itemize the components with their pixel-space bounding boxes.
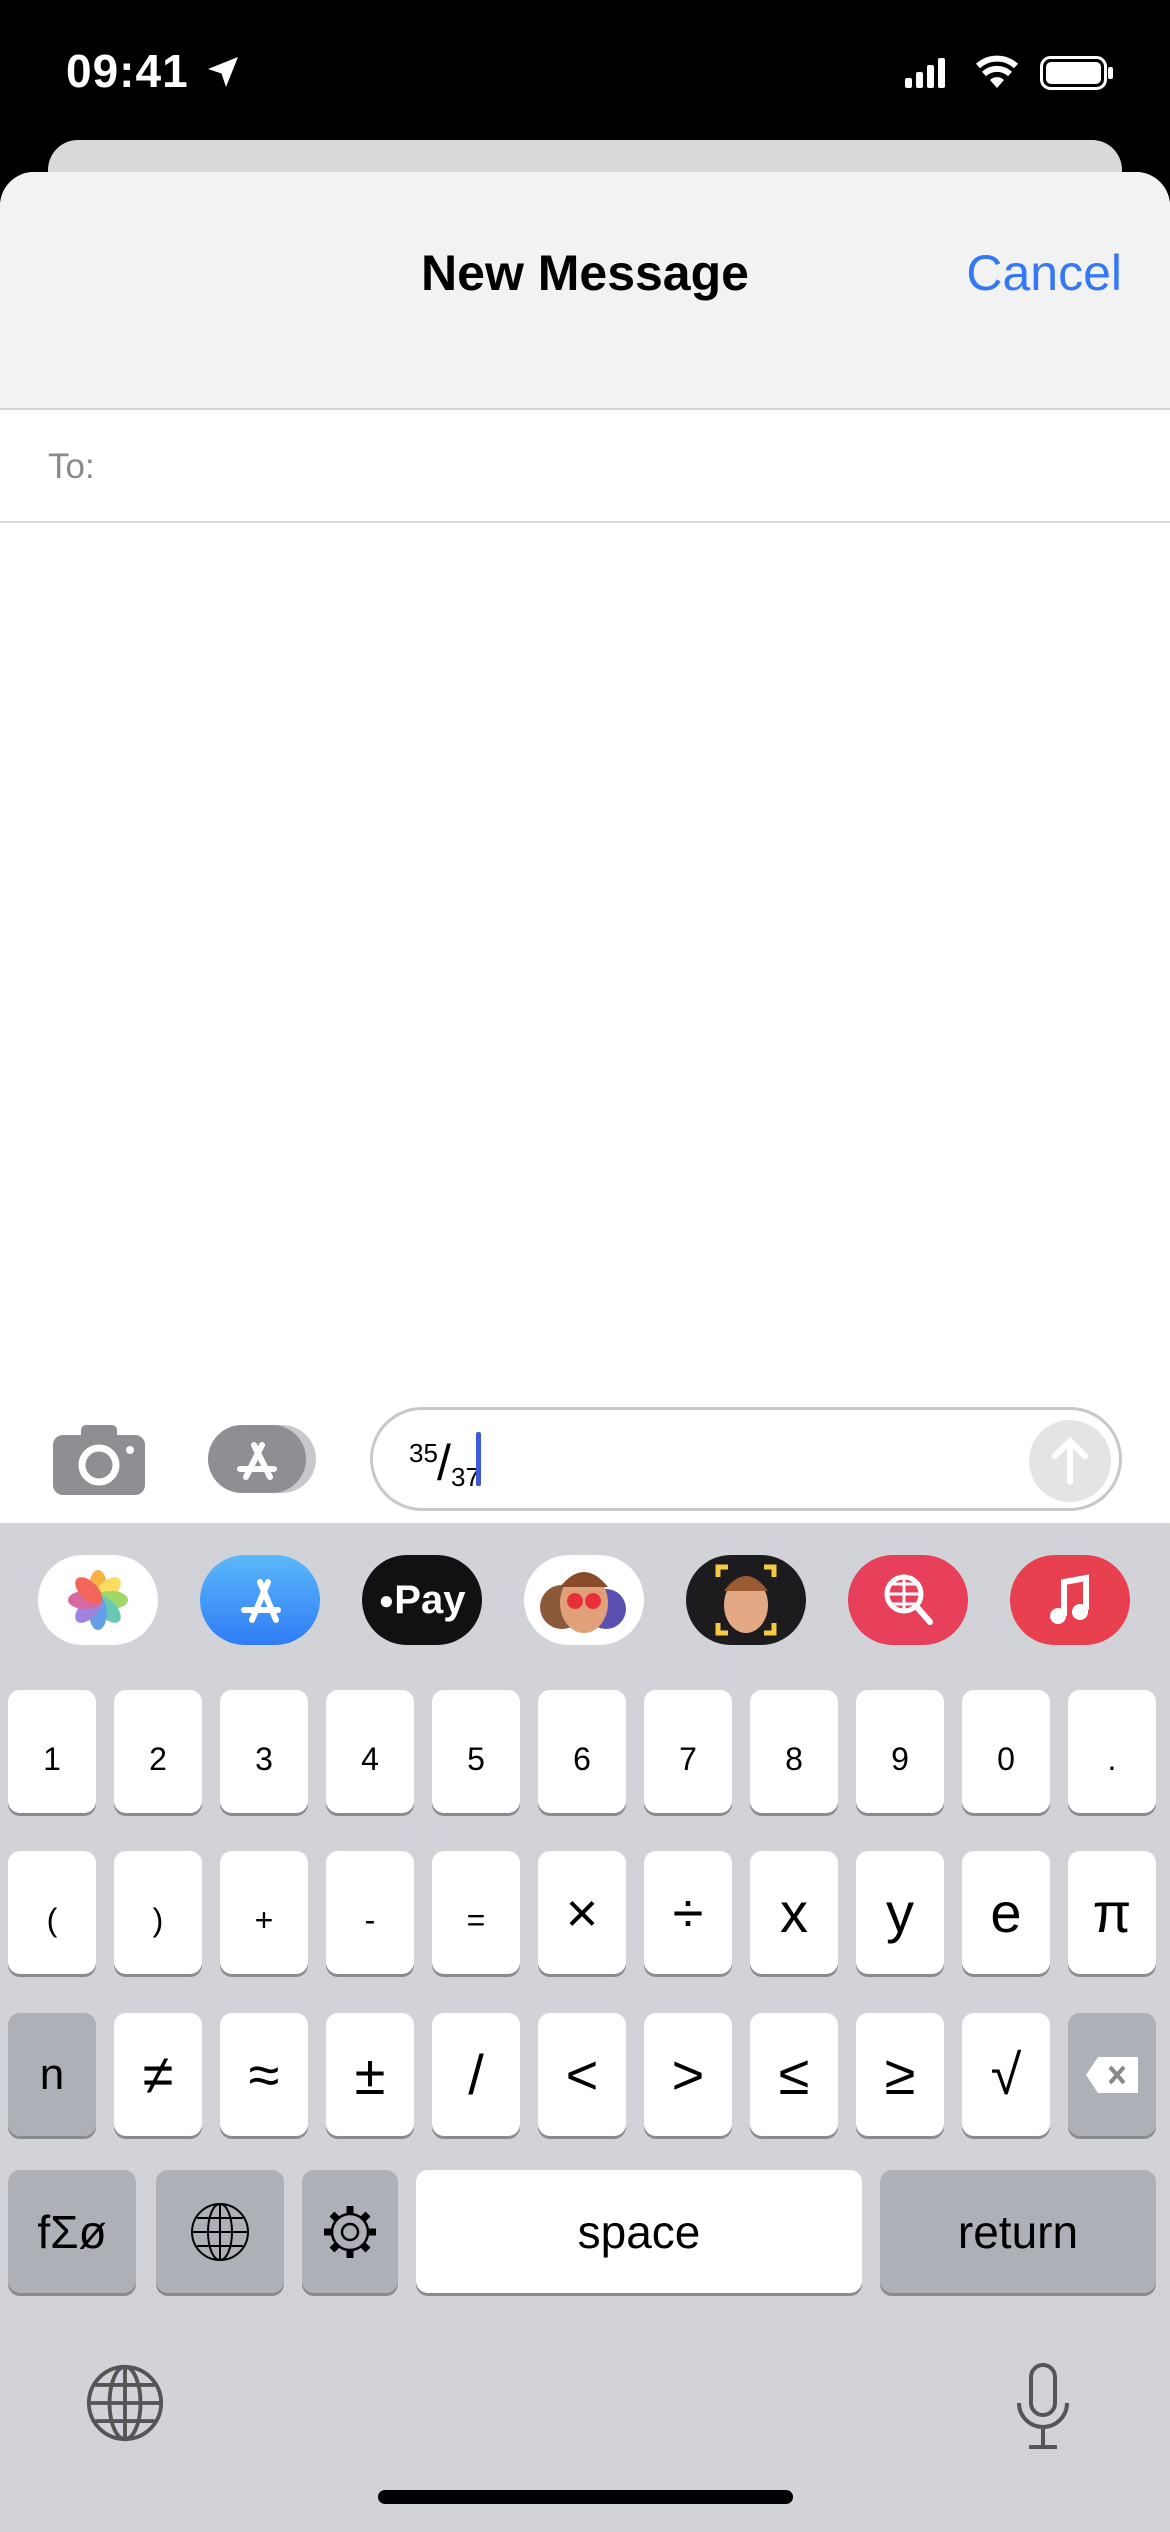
fraction-numerator: 35 bbox=[409, 1438, 438, 1468]
key[interactable]: + bbox=[220, 1851, 308, 1974]
key[interactable]: y bbox=[856, 1851, 944, 1974]
key[interactable]: 0 bbox=[962, 1690, 1050, 1813]
key[interactable]: 7 bbox=[644, 1690, 732, 1813]
send-arrow-icon[interactable] bbox=[1029, 1420, 1111, 1502]
key[interactable]: ( bbox=[8, 1851, 96, 1974]
key[interactable]: 4 bbox=[326, 1690, 414, 1813]
keyboard-row-bottom: fΣø space return bbox=[8, 2170, 1162, 2293]
app-store-apps-button[interactable] bbox=[208, 1423, 320, 1495]
cancel-button[interactable]: Cancel bbox=[966, 244, 1122, 302]
key[interactable]: ≤ bbox=[750, 2013, 838, 2136]
message-text-field[interactable]: 35 / 37 bbox=[370, 1407, 1122, 1511]
battery-icon bbox=[1040, 56, 1113, 90]
key[interactable]: 2 bbox=[114, 1690, 202, 1813]
dictation-mic-icon[interactable] bbox=[1005, 2363, 1081, 2453]
cellular-signal-icon bbox=[905, 58, 945, 88]
home-indicator[interactable] bbox=[378, 2490, 793, 2504]
delete-key[interactable] bbox=[1068, 2013, 1156, 2136]
key[interactable]: π bbox=[1068, 1851, 1156, 1974]
imessage-app-strip: ● Pay bbox=[0, 1555, 1170, 1645]
key[interactable]: = bbox=[432, 1851, 520, 1974]
web-images-search-icon[interactable] bbox=[848, 1555, 968, 1645]
text-caret bbox=[476, 1432, 481, 1486]
key[interactable]: ≥ bbox=[856, 2013, 944, 2136]
photos-app-icon[interactable] bbox=[38, 1555, 158, 1645]
keyboard-row-relations: n ≠ ≈ ± / < > ≤ ≥ √ bbox=[8, 2013, 1162, 2136]
key[interactable]: 3 bbox=[220, 1690, 308, 1813]
keyboard: ● Pay 1234567890. () + - = × ÷ x y e π n ≠ ≈ ± / < > ≤ ≥ √ … bbox=[0, 1523, 1170, 2532]
memoji-stickers-icon[interactable] bbox=[524, 1555, 644, 1645]
return-key[interactable]: return bbox=[880, 2170, 1156, 2293]
key[interactable]: √ bbox=[962, 2013, 1050, 2136]
keyboard-switch-globe-icon[interactable] bbox=[85, 2363, 165, 2443]
key[interactable]: × bbox=[538, 1851, 626, 1974]
key[interactable]: 5 bbox=[432, 1690, 520, 1813]
camera-icon[interactable] bbox=[53, 1425, 145, 1495]
message-input-bar: 35 / 37 bbox=[0, 1407, 1170, 1523]
key[interactable]: ) bbox=[114, 1851, 202, 1974]
fraction-slash: / bbox=[437, 1435, 451, 1491]
key[interactable]: 9 bbox=[856, 1690, 944, 1813]
key[interactable]: . bbox=[1068, 1690, 1156, 1813]
key[interactable]: ± bbox=[326, 2013, 414, 2136]
keyboard-row-digits: 1234567890. bbox=[8, 1690, 1162, 1813]
to-field[interactable]: To: bbox=[0, 410, 1170, 523]
settings-key[interactable] bbox=[302, 2170, 398, 2293]
key[interactable]: x bbox=[750, 1851, 838, 1974]
key[interactable]: e bbox=[962, 1851, 1050, 1974]
location-arrow-icon bbox=[208, 57, 238, 87]
key[interactable]: ≈ bbox=[220, 2013, 308, 2136]
nav-header: New Message Cancel bbox=[0, 172, 1170, 410]
apple-pay-label: Pay bbox=[394, 1577, 466, 1622]
key[interactable]: ÷ bbox=[644, 1851, 732, 1974]
key[interactable]: 8 bbox=[750, 1690, 838, 1813]
apple-pay-icon[interactable]: ● Pay bbox=[362, 1555, 482, 1645]
key[interactable]: < bbox=[538, 2013, 626, 2136]
clock: 09:41 bbox=[66, 45, 189, 97]
music-app-icon[interactable] bbox=[1010, 1555, 1130, 1645]
key[interactable]: / bbox=[432, 2013, 520, 2136]
space-key[interactable]: space bbox=[416, 2170, 862, 2293]
key[interactable]: - bbox=[326, 1851, 414, 1974]
backspace-icon bbox=[1086, 2056, 1138, 2093]
key[interactable]: n bbox=[8, 2013, 96, 2136]
app-store-icon[interactable] bbox=[200, 1555, 320, 1645]
key[interactable]: 1 bbox=[8, 1690, 96, 1813]
gear-icon bbox=[324, 2205, 376, 2258]
globe-icon bbox=[191, 2202, 249, 2261]
key[interactable]: > bbox=[644, 2013, 732, 2136]
key[interactable]: ≠ bbox=[114, 2013, 202, 2136]
globe-key[interactable] bbox=[156, 2170, 284, 2293]
to-label: To: bbox=[48, 447, 95, 486]
key[interactable]: 6 bbox=[538, 1690, 626, 1813]
wifi-icon bbox=[975, 55, 1019, 88]
memoji-icon[interactable] bbox=[686, 1555, 806, 1645]
math-symbols-key[interactable]: fΣø bbox=[8, 2170, 136, 2293]
status-bar: 09:41 bbox=[0, 0, 1170, 140]
keyboard-row-operators: () + - = × ÷ x y e π bbox=[8, 1851, 1162, 1974]
